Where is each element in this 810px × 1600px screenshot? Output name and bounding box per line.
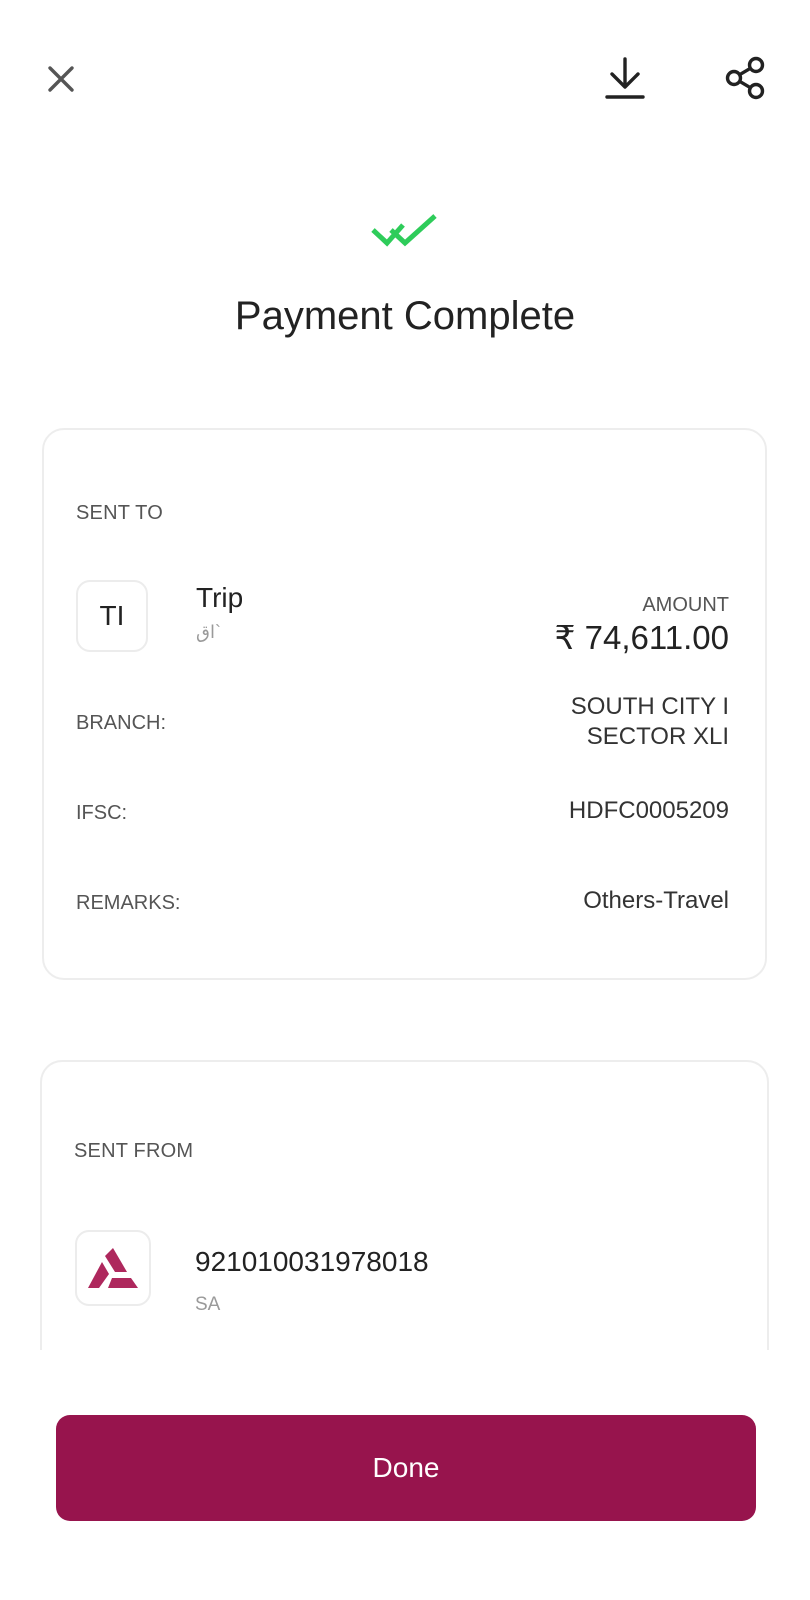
amount-label: AMOUNT bbox=[642, 594, 729, 616]
page-title: Payment Complete bbox=[234, 294, 576, 338]
remarks-label: REMARKS: bbox=[76, 892, 181, 914]
branch-value-line2: SECTOR XLI bbox=[586, 723, 729, 750]
download-button[interactable] bbox=[600, 50, 650, 106]
branch-value: SOUTH CITY I SECTOR XLI bbox=[571, 692, 729, 752]
top-bar bbox=[0, 0, 810, 150]
close-button[interactable] bbox=[36, 54, 86, 104]
payee-name: Trip bbox=[196, 582, 244, 613]
double-check-icon bbox=[371, 214, 437, 247]
avatar-initials: TI bbox=[99, 600, 125, 631]
branch-value-line1: SOUTH CITY I bbox=[570, 693, 729, 720]
ifsc-value: HDFC0005209 bbox=[568, 797, 729, 824]
done-button[interactable]: Done bbox=[56, 1415, 756, 1521]
branch-label: BRANCH: bbox=[76, 712, 167, 734]
close-icon bbox=[48, 66, 74, 92]
share-icon bbox=[725, 56, 765, 100]
payment-status: Payment Complete bbox=[0, 210, 810, 340]
account-type: SA bbox=[195, 1294, 221, 1315]
account-number: 921010031978018 bbox=[195, 1246, 429, 1277]
sent-to-label: SENT TO bbox=[76, 502, 163, 524]
sent-to-card: SENT TO TI Trip اق` AMOUNT ₹ 74,611.00 B… bbox=[42, 428, 767, 980]
payee-subtitle: اق` bbox=[196, 622, 221, 642]
ifsc-label: IFSC: bbox=[76, 802, 128, 824]
download-icon bbox=[605, 57, 645, 99]
remarks-value: Others-Travel bbox=[583, 887, 729, 914]
sent-from-label: SENT FROM bbox=[74, 1140, 194, 1162]
bank-logo-tile bbox=[75, 1230, 151, 1306]
amount-value: ₹ 74,611.00 bbox=[554, 619, 729, 656]
avatar: TI bbox=[76, 580, 148, 652]
share-button[interactable] bbox=[720, 52, 772, 104]
axis-bank-logo bbox=[88, 1248, 138, 1288]
